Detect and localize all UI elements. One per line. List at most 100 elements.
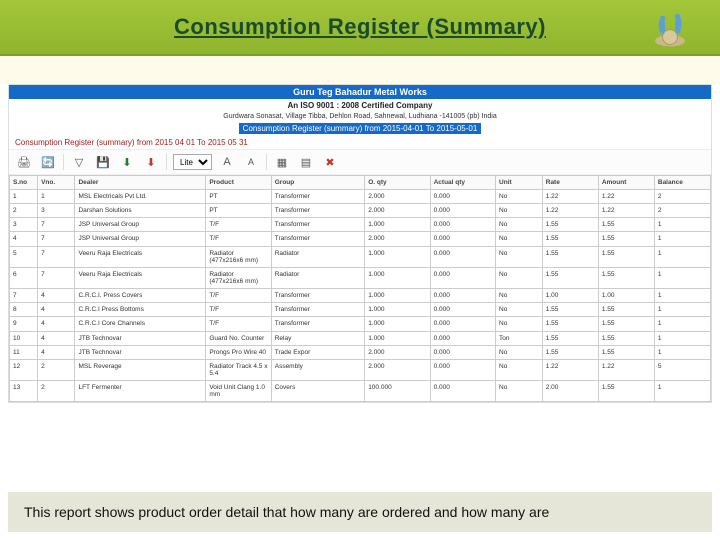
cell-prod: T/F xyxy=(206,289,271,303)
col-balance[interactable]: Balance xyxy=(654,176,710,190)
print-icon[interactable]: 🖨 xyxy=(15,153,33,171)
cell-dealer: Veeru Raja Electricals xyxy=(75,246,206,267)
cell-unit: No xyxy=(496,232,543,246)
cell-vno: 3 xyxy=(38,204,75,218)
cell-amt: 1.22 xyxy=(598,359,654,380)
cell-amt: 1.55 xyxy=(598,317,654,331)
cell-bal: 2 xyxy=(654,190,710,204)
footer-caption: This report shows product order detail t… xyxy=(8,492,712,532)
toolbar-separator xyxy=(266,154,267,170)
font-b-icon[interactable]: A xyxy=(242,153,260,171)
export-xls-icon[interactable]: ⬇ xyxy=(118,153,136,171)
cell-sno: 1 xyxy=(10,190,38,204)
save-icon[interactable]: 💾 xyxy=(94,153,112,171)
cell-sno: 2 xyxy=(10,204,38,218)
col-sno[interactable]: S.no xyxy=(10,176,38,190)
cell-sno: 3 xyxy=(10,218,38,232)
col-group[interactable]: Group xyxy=(271,176,364,190)
col-vno[interactable]: Vno. xyxy=(38,176,75,190)
table-row[interactable]: 67Veeru Raja ElectricalsRadiator (477x21… xyxy=(10,267,711,288)
cell-dealer: Darshan Solutions xyxy=(75,204,206,218)
cell-bal: 1 xyxy=(654,246,710,267)
header-bar: Consumption Register (Summary) xyxy=(0,0,720,56)
spacer xyxy=(0,56,720,84)
report-toolbar: 🖨 🔄 ▽ 💾 ⬇ ⬇ Lite A A ▦ ▤ ✖ xyxy=(9,149,711,175)
cell-bal: 2 xyxy=(654,204,710,218)
grid-header-row: S.no Vno. Dealer Product Group O. qty Ac… xyxy=(10,176,711,190)
cell-aqty: 0.000 xyxy=(430,218,495,232)
cell-prod: T/F xyxy=(206,317,271,331)
cell-group: Transformer xyxy=(271,317,364,331)
cell-bal: 1 xyxy=(654,289,710,303)
cell-oqty: 1.000 xyxy=(365,218,430,232)
cell-group: Covers xyxy=(271,381,364,402)
cell-bal: 5 xyxy=(654,359,710,380)
cell-amt: 1.55 xyxy=(598,331,654,345)
col-oqty[interactable]: O. qty xyxy=(365,176,430,190)
table-row[interactable]: 104JTB TechnovarGuard No. CounterRelay1.… xyxy=(10,331,711,345)
table-row[interactable]: 84C.R.C.I Press BottomsT/FTransformer1.0… xyxy=(10,303,711,317)
cell-aqty: 0.000 xyxy=(430,331,495,345)
col-dealer[interactable]: Dealer xyxy=(75,176,206,190)
report-subtitle: Consumption Register (summary) from 2015… xyxy=(239,123,482,134)
table-row[interactable]: 57Veeru Raja ElectricalsRadiator (477x21… xyxy=(10,246,711,267)
cell-group: Transformer xyxy=(271,303,364,317)
cell-sno: 10 xyxy=(10,331,38,345)
table-row[interactable]: 74C.R.C.I. Press CoversT/FTransformer1.0… xyxy=(10,289,711,303)
cell-bal: 1 xyxy=(654,345,710,359)
col-product[interactable]: Product xyxy=(206,176,271,190)
font-select[interactable]: Lite xyxy=(173,154,212,170)
cell-dealer: MSL Electricals Pvt Ltd. xyxy=(75,190,206,204)
cell-sno: 13 xyxy=(10,381,38,402)
cell-unit: Ton xyxy=(496,331,543,345)
cell-rate: 1.55 xyxy=(542,218,598,232)
cell-rate: 2.00 xyxy=(542,381,598,402)
table-row[interactable]: 47JSP Universal GroupT/FTransformer2.000… xyxy=(10,232,711,246)
cell-unit: No xyxy=(496,381,543,402)
close-icon[interactable]: ✖ xyxy=(321,153,339,171)
cell-oqty: 2.000 xyxy=(365,359,430,380)
cell-sno: 6 xyxy=(10,267,38,288)
cell-dealer: JTB Technovar xyxy=(75,345,206,359)
table-row[interactable]: 132LFT FermenterVoid Unit Clang 1.0 mmCo… xyxy=(10,381,711,402)
cell-dealer: JSP Universal Group xyxy=(75,218,206,232)
page-title: Consumption Register (Summary) xyxy=(174,14,546,40)
cell-prod: Guard No. Counter xyxy=(206,331,271,345)
cell-oqty: 1.000 xyxy=(365,267,430,288)
table-row[interactable]: 37JSP Universal GroupT/FTransformer1.000… xyxy=(10,218,711,232)
cell-bal: 1 xyxy=(654,303,710,317)
table-row[interactable]: 94C.R.C.I Core ChannelsT/FTransformer1.0… xyxy=(10,317,711,331)
export-pdf-icon[interactable]: ⬇ xyxy=(142,153,160,171)
grid-icon[interactable]: ▤ xyxy=(297,153,315,171)
cell-unit: No xyxy=(496,345,543,359)
cert-line: An ISO 9001 : 2008 Certified Company xyxy=(9,99,711,112)
font-a-icon[interactable]: A xyxy=(218,153,236,171)
col-unit[interactable]: Unit xyxy=(496,176,543,190)
refresh-icon[interactable]: 🔄 xyxy=(39,153,57,171)
table-row[interactable]: 23Darshan SolutionsPTTransformer2.0000.0… xyxy=(10,204,711,218)
cell-aqty: 0.000 xyxy=(430,317,495,331)
cell-group: Radiator xyxy=(271,267,364,288)
layout-icon[interactable]: ▦ xyxy=(273,153,291,171)
col-aqty[interactable]: Actual qty xyxy=(430,176,495,190)
cell-sno: 5 xyxy=(10,246,38,267)
report-grid: S.no Vno. Dealer Product Group O. qty Ac… xyxy=(9,175,711,402)
cell-group: Transformer xyxy=(271,204,364,218)
cell-vno: 4 xyxy=(38,345,75,359)
table-row[interactable]: 114JTB TechnovarProngs Pro Wire 40Trade … xyxy=(10,345,711,359)
cell-dealer: MSL Reverage xyxy=(75,359,206,380)
cell-vno: 1 xyxy=(38,190,75,204)
table-row[interactable]: 11MSL Electricals Pvt Ltd.PTTransformer2… xyxy=(10,190,711,204)
cell-oqty: 1.000 xyxy=(365,331,430,345)
table-row[interactable]: 122MSL ReverageRadiator Track 4.5 x 5.4A… xyxy=(10,359,711,380)
col-amount[interactable]: Amount xyxy=(598,176,654,190)
col-rate[interactable]: Rate xyxy=(542,176,598,190)
cell-aqty: 0.000 xyxy=(430,381,495,402)
filter-icon[interactable]: ▽ xyxy=(70,153,88,171)
cell-group: Assembly xyxy=(271,359,364,380)
cell-sno: 7 xyxy=(10,289,38,303)
cell-unit: No xyxy=(496,303,543,317)
toolbar-separator xyxy=(166,154,167,170)
cell-prod: Prongs Pro Wire 40 xyxy=(206,345,271,359)
cell-bal: 1 xyxy=(654,232,710,246)
